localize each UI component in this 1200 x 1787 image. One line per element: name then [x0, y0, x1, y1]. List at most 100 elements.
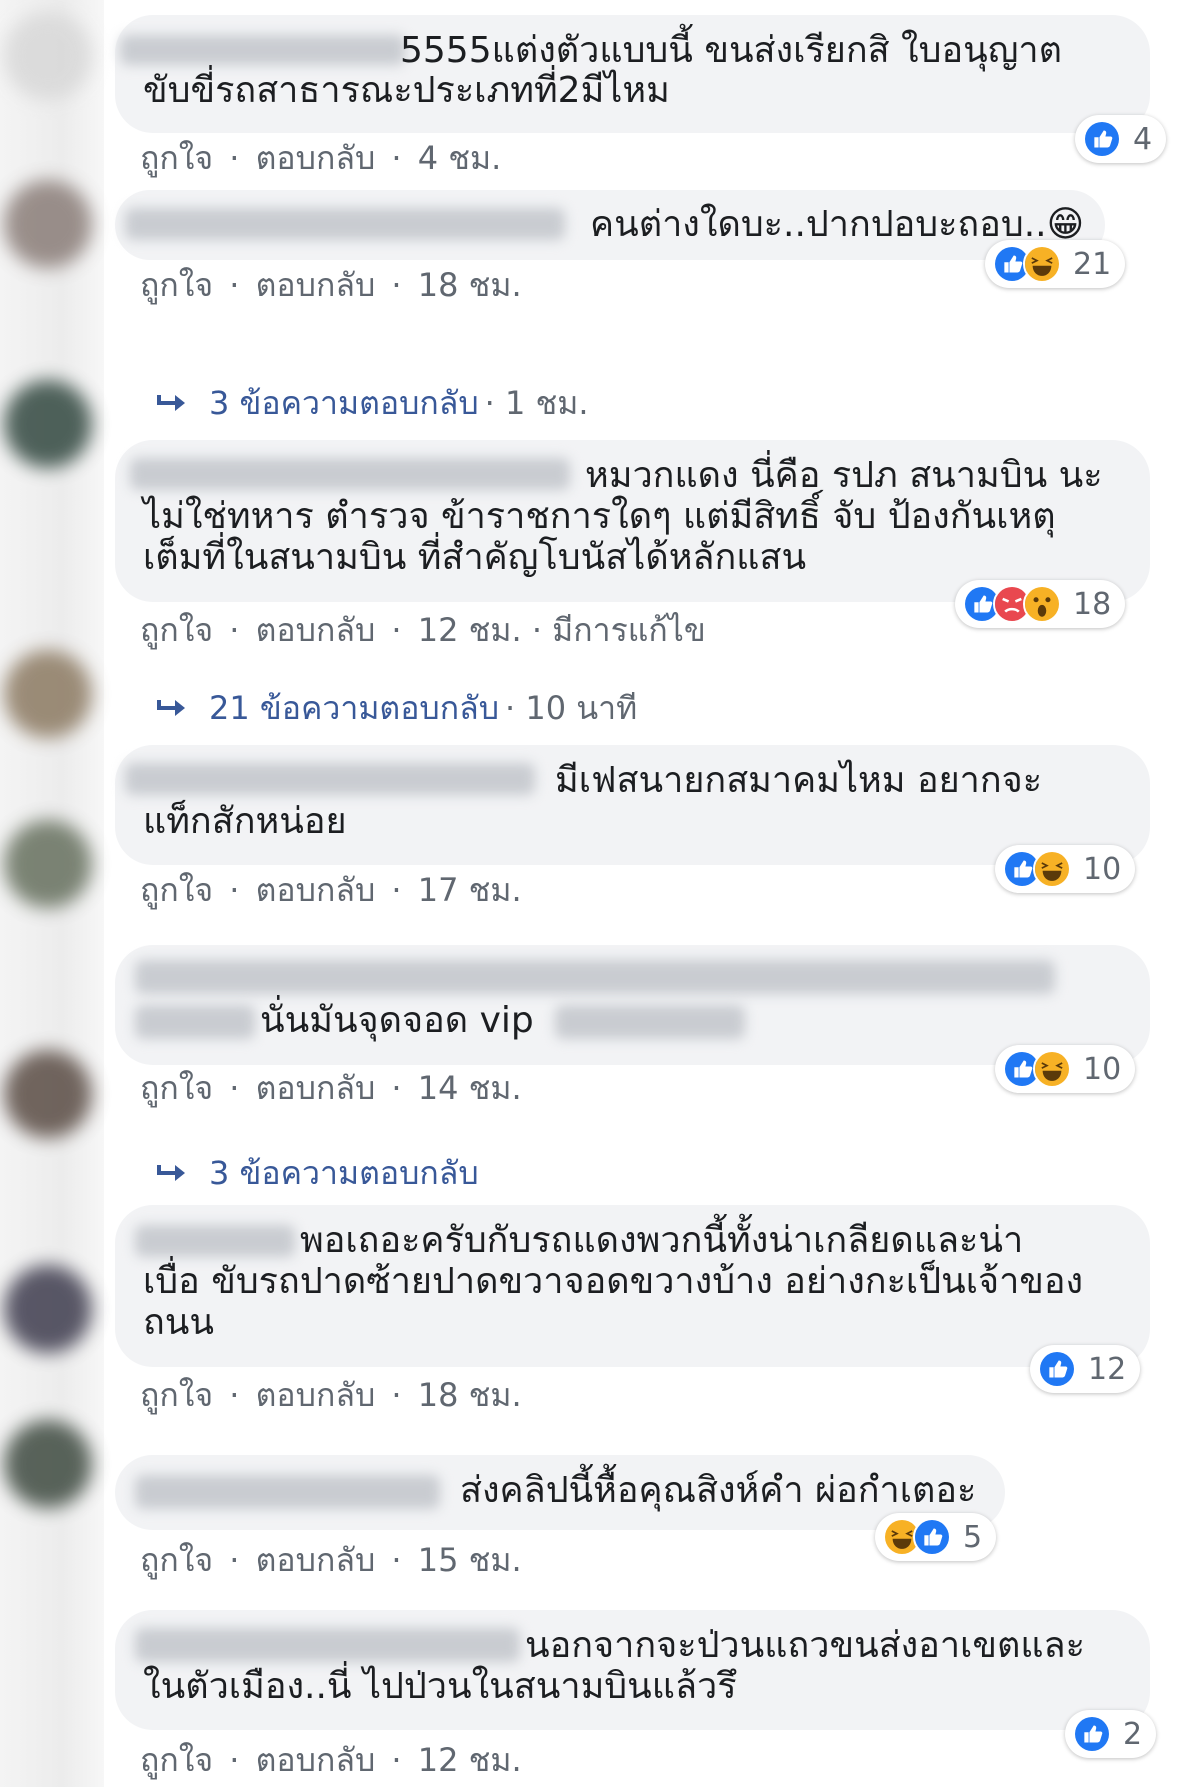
edited-label[interactable]: · มีการแก้ไข [532, 611, 706, 649]
comment-bubble: มีเฟสนายกสมาคมไหม อยากจะ แท็กสักหน่อย [115, 745, 1150, 865]
commenter-name[interactable] [135, 960, 1055, 994]
reply-link[interactable]: ตอบกลับ [256, 1541, 376, 1579]
commenter-name[interactable] [135, 1475, 440, 1509]
avatar[interactable] [4, 180, 92, 268]
separator: · [391, 139, 402, 177]
haha-icon [1033, 850, 1071, 888]
separator: · [229, 871, 240, 909]
reaction-count: 21 [1073, 246, 1112, 282]
comment-actions: ถูกใจ · ตอบกลับ · 15 ชม. [140, 1535, 522, 1586]
separator: · [391, 1541, 402, 1579]
reaction-summary[interactable]: 5 [875, 1513, 997, 1561]
reply-link[interactable]: ตอบกลับ [256, 139, 376, 177]
commenter-name[interactable] [120, 35, 405, 65]
comment-actions: ถูกใจ · ตอบกลับ · 4 ชม. [140, 133, 501, 184]
avatar[interactable] [4, 12, 92, 100]
reply-link[interactable]: ตอบกลับ [256, 611, 376, 649]
comment-bubble: หมวกแดง นี่คือ รปภ สนามบิน นะ ไม่ใช่ทหาร… [115, 440, 1150, 602]
like-icon [913, 1518, 951, 1556]
timestamp[interactable]: 4 ชม. [418, 139, 502, 177]
reaction-summary[interactable]: 21 [985, 240, 1126, 288]
comment-actions: ถูกใจ · ตอบกลับ · 12 ชม. [140, 1735, 522, 1786]
like-link[interactable]: ถูกใจ [140, 611, 213, 649]
avatar[interactable] [4, 1265, 92, 1353]
redacted-text [555, 1005, 745, 1039]
commenter-name[interactable] [135, 1225, 295, 1257]
comment-actions: ถูกใจ · ตอบกลับ · 18 ชม. [140, 260, 522, 311]
like-icon [1083, 120, 1121, 158]
timestamp[interactable]: 12 ชม. [418, 1741, 522, 1779]
avatar[interactable] [4, 380, 92, 468]
reaction-summary[interactable]: 12 [1030, 1345, 1141, 1393]
separator: · [391, 1741, 402, 1779]
wow-icon [1023, 585, 1061, 623]
avatar[interactable] [4, 1050, 92, 1138]
separator: · [229, 1741, 240, 1779]
like-icon [1073, 1715, 1111, 1753]
reaction-summary[interactable]: 10 [995, 845, 1136, 893]
comment-text: แท็กสักหน่อย [143, 801, 347, 842]
replies-count[interactable]: 3 ข้อความตอบกลับ [209, 1148, 479, 1199]
separator: · [391, 266, 402, 304]
avatar[interactable] [4, 650, 92, 738]
reply-link[interactable]: ตอบกลับ [256, 871, 376, 909]
timestamp[interactable]: 15 ชม. [418, 1541, 522, 1579]
reaction-summary[interactable]: 18 [955, 580, 1126, 628]
comment-text: พอเถอะครับกับรถแดงพวกนี้ทั้งน่าเกลียดและ… [300, 1220, 1024, 1261]
reaction-count: 12 [1088, 1351, 1127, 1387]
reply-link[interactable]: ตอบกลับ [256, 1376, 376, 1414]
commenter-name[interactable] [125, 208, 565, 240]
comment-bubble: นอกจากจะป่วนแถวขนส่งอาเขตและ ในตัวเมือง.… [115, 1610, 1150, 1730]
reply-link[interactable]: ตอบกลับ [256, 1069, 376, 1107]
reply-link[interactable]: ตอบกลับ [256, 1741, 376, 1779]
view-replies-link[interactable]: 3 ข้อความตอบกลับ [155, 1148, 479, 1199]
reply-link[interactable]: ตอบกลับ [256, 266, 376, 304]
reply-arrow-icon [157, 699, 185, 716]
timestamp[interactable]: 14 ชม. [418, 1069, 522, 1107]
view-replies-link[interactable]: 3 ข้อความตอบกลับ · 1 ชม. [155, 378, 589, 429]
comment-text: เบื่อ ขับรถปาดซ้ายปาดขวาจอดขวางบ้าง อย่า… [143, 1261, 1084, 1302]
timestamp[interactable]: 18 ชม. [418, 1376, 522, 1414]
reaction-summary[interactable]: 10 [995, 1045, 1136, 1093]
timestamp[interactable]: 12 ชม. [418, 611, 522, 649]
reply-arrow-icon [157, 1164, 185, 1181]
replies-time: · 10 นาที [505, 689, 638, 727]
timestamp[interactable]: 18 ชม. [418, 266, 522, 304]
like-link[interactable]: ถูกใจ [140, 871, 213, 909]
comment-text: ในตัวเมือง..นี่ ไปป่วนในสนามบินแล้วรึ [143, 1666, 737, 1707]
view-replies-link[interactable]: 21 ข้อความตอบกลับ · 10 นาที [155, 683, 637, 734]
reply-arrow-icon [157, 394, 185, 411]
reaction-count: 10 [1083, 1051, 1122, 1087]
separator: · [229, 1069, 240, 1107]
comment-bubble: คนต่างใดบะ..ปากปอบะถอบ..😁 [115, 190, 1105, 260]
like-link[interactable]: ถูกใจ [140, 1376, 213, 1414]
avatar[interactable] [4, 1420, 92, 1508]
separator: · [229, 1541, 240, 1579]
like-link[interactable]: ถูกใจ [140, 1541, 213, 1579]
commenter-name[interactable] [125, 763, 535, 795]
comment-text: นั่นมันจุดจอด vip [260, 1000, 534, 1041]
like-link[interactable]: ถูกใจ [140, 1741, 213, 1779]
replies-count[interactable]: 21 ข้อความตอบกลับ [209, 683, 499, 734]
separator: · [229, 611, 240, 649]
comment-actions: ถูกใจ · ตอบกลับ · 12 ชม. · มีการแก้ไข [140, 605, 706, 656]
like-link[interactable]: ถูกใจ [140, 266, 213, 304]
commenter-name[interactable] [135, 1005, 255, 1039]
reaction-count: 2 [1123, 1716, 1143, 1752]
replies-count[interactable]: 3 ข้อความตอบกลับ [209, 378, 479, 429]
like-link[interactable]: ถูกใจ [140, 139, 213, 177]
timestamp[interactable]: 17 ชม. [418, 871, 522, 909]
like-link[interactable]: ถูกใจ [140, 1069, 213, 1107]
separator: · [391, 871, 402, 909]
comment-text: เต็มที่ในสนามบิน ที่สำคัญโบนัสได้หลักแสน [143, 537, 807, 578]
comment-bubble: พอเถอะครับกับรถแดงพวกนี้ทั้งน่าเกลียดและ… [115, 1205, 1150, 1367]
reaction-summary[interactable]: 4 [1075, 115, 1167, 163]
reaction-summary[interactable]: 2 [1065, 1710, 1157, 1758]
avatar[interactable] [4, 820, 92, 908]
comment-text: ไม่ใช่ทหาร ตำรวจ ข้าราชการใดๆ แต่มีสิทธิ… [143, 496, 1056, 537]
commenter-name[interactable] [130, 458, 570, 490]
like-icon [1038, 1350, 1076, 1388]
comment-text: 5555แต่งตัวแบบนี้ ขนส่งเรียกสิ ใบอนุญาต [400, 30, 1062, 71]
reaction-count: 18 [1073, 586, 1112, 622]
commenter-name[interactable] [135, 1628, 520, 1662]
